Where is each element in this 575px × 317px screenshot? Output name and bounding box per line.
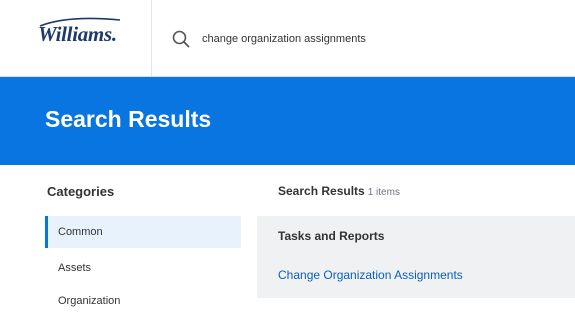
logo-area[interactable]: Williams. — [0, 0, 152, 76]
sidebar-item-organization[interactable]: Organization — [45, 285, 241, 317]
results-group-panel: Tasks and Reports Change Organization As… — [257, 216, 575, 298]
group-heading-tasks-and-reports: Tasks and Reports — [278, 229, 385, 243]
sidebar-item-assets[interactable]: Assets — [45, 252, 241, 284]
company-logo: Williams. — [38, 22, 117, 46]
sidebar-item-common[interactable]: Common — [45, 216, 241, 248]
page-title: Search Results — [45, 106, 212, 132]
result-link-change-organization-assignments[interactable]: Change Organization Assignments — [278, 268, 463, 282]
results-heading-label: Search Results — [278, 184, 365, 198]
search-icon[interactable] — [172, 30, 190, 48]
top-header: Williams. — [0, 0, 575, 77]
categories-heading: Categories — [47, 184, 115, 199]
results-count: 1 items — [367, 187, 400, 198]
page-banner: Search Results — [0, 77, 575, 165]
results-heading: Search Results 1 items — [278, 184, 400, 198]
search-input[interactable] — [202, 29, 562, 49]
